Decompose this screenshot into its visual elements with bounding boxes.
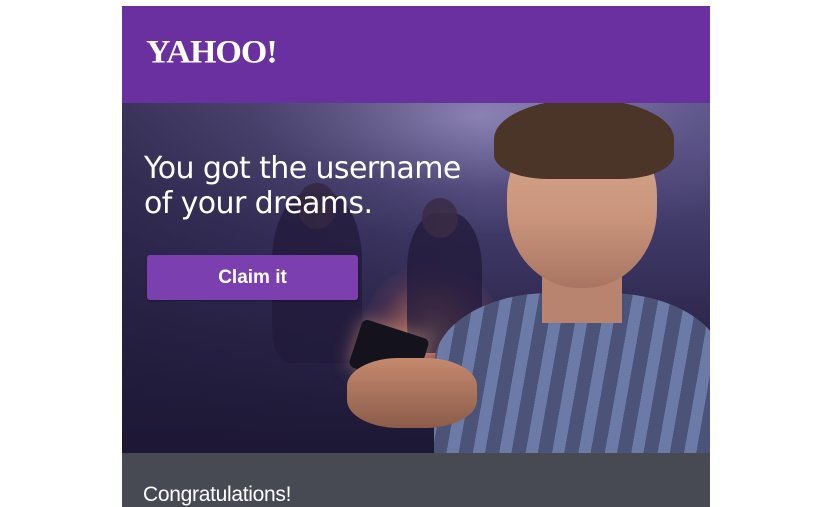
- email-footer: Congratulations!: [122, 453, 710, 507]
- hand-image: [347, 358, 477, 428]
- hero-headline-line2: of your dreams.: [144, 186, 373, 221]
- hero-headline-line1: You got the username: [144, 151, 461, 186]
- hero-banner: You got the username of your dreams. Cla…: [122, 103, 710, 453]
- congratulations-heading: Congratulations!: [143, 483, 292, 506]
- hero-headline: You got the username of your dreams.: [144, 151, 524, 221]
- email-container: YAHOO! You got the username of your drea…: [122, 6, 710, 507]
- yahoo-logo[interactable]: YAHOO!: [146, 36, 278, 69]
- email-header: YAHOO!: [122, 6, 710, 103]
- claim-it-button[interactable]: Claim it: [147, 255, 358, 300]
